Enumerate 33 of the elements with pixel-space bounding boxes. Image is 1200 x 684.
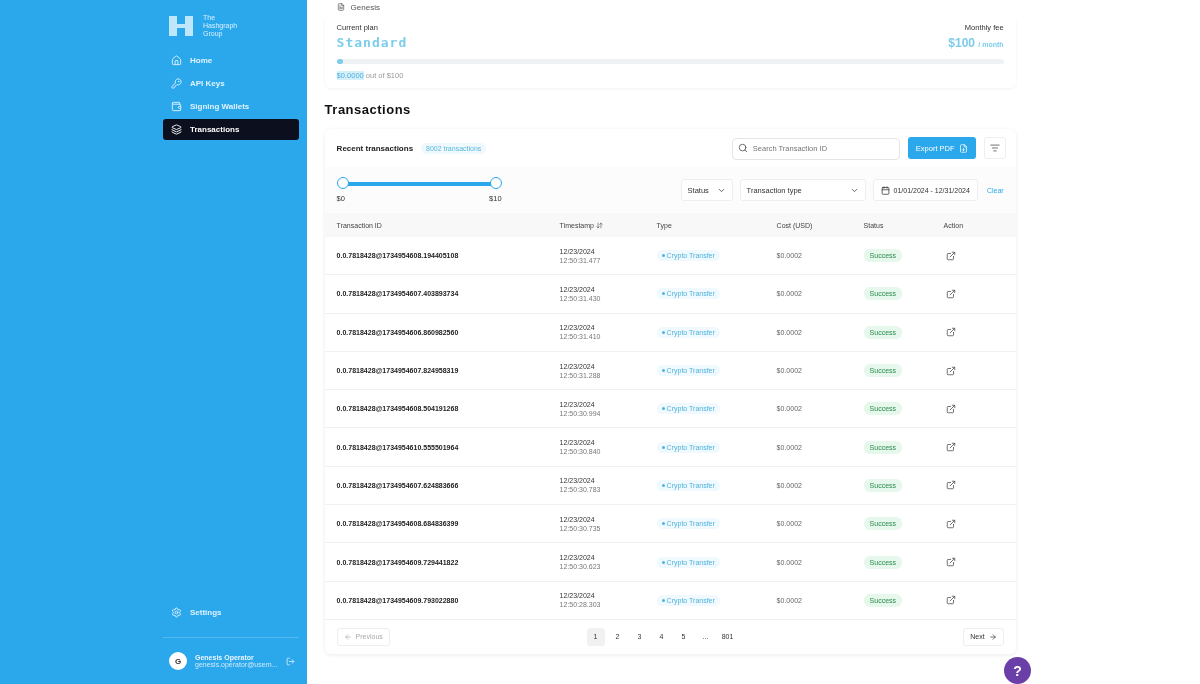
external-link-icon[interactable] — [945, 557, 956, 567]
arrow-right-icon — [988, 632, 997, 641]
external-link-icon[interactable] — [945, 595, 956, 606]
nav-item[interactable]: Transactions — [163, 119, 299, 140]
settings-icon — [171, 607, 182, 618]
network-label: Genesis — [350, 2, 380, 12]
plan-name: Standard — [336, 35, 408, 50]
external-link-icon[interactable] — [945, 250, 956, 261]
external-link-icon[interactable] — [945, 288, 956, 299]
cost-slider[interactable] — [336, 177, 502, 191]
external-link-icon[interactable] — [945, 365, 956, 376]
layers-icon — [171, 124, 182, 135]
external-link-icon[interactable] — [945, 518, 956, 529]
page-title: Transactions — [324, 102, 412, 117]
file-icon — [958, 143, 968, 153]
search-icon — [737, 143, 748, 153]
home-icon — [171, 55, 182, 66]
external-link-icon[interactable] — [945, 442, 956, 453]
card-title: Recent transactions — [336, 143, 414, 153]
help-button[interactable]: ? — [1004, 657, 1031, 684]
slider-handle[interactable] — [489, 177, 502, 189]
wallet-icon — [171, 101, 182, 112]
arrow-left-icon — [343, 632, 352, 641]
external-link-icon[interactable] — [945, 480, 956, 491]
sort-icon — [595, 221, 603, 229]
external-link-icon[interactable] — [945, 403, 956, 414]
slider-handle[interactable] — [336, 177, 349, 189]
document-icon — [336, 3, 345, 11]
key-icon — [171, 78, 182, 89]
user-avatar: G — [169, 652, 187, 670]
filter-icon — [989, 143, 1000, 153]
external-link-icon[interactable] — [945, 327, 956, 338]
calendar-icon — [880, 185, 890, 195]
